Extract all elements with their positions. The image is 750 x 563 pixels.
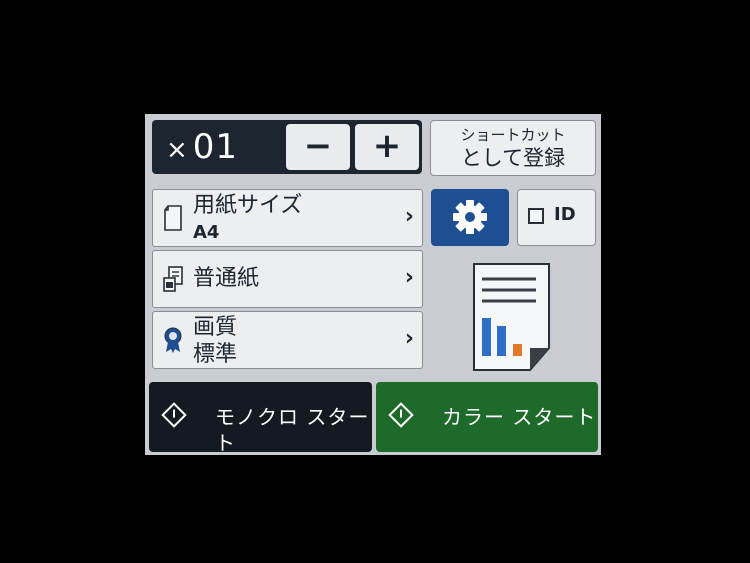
id-copy-toggle[interactable]: ID bbox=[517, 189, 596, 246]
gear-icon bbox=[453, 200, 487, 234]
color-start-button[interactable]: カラー スタート bbox=[376, 382, 598, 452]
copy-screen: × 01 − + ショートカット として登録 用紙サイズ A4 › 普通紙 › bbox=[145, 114, 601, 455]
id-copy-label: ID bbox=[554, 204, 576, 225]
color-start-label: カラー スタート bbox=[442, 405, 597, 429]
start-diamond-icon bbox=[161, 402, 187, 428]
copy-count: × 01 bbox=[166, 128, 238, 166]
save-as-shortcut-button[interactable]: ショートカット として登録 bbox=[430, 120, 596, 176]
settings-button[interactable] bbox=[431, 189, 509, 246]
mono-start-button[interactable]: モノクロ スタート bbox=[149, 382, 372, 455]
shortcut-label-line1: ショートカット bbox=[460, 126, 566, 144]
quality-setting[interactable]: 画質 標準 › bbox=[152, 311, 423, 369]
decrease-copies-button[interactable]: − bbox=[286, 124, 350, 170]
times-sign: × bbox=[166, 135, 189, 165]
quality-ribbon-icon bbox=[164, 327, 182, 353]
paper-size-setting[interactable]: 用紙サイズ A4 › bbox=[152, 189, 423, 247]
chevron-right-icon: › bbox=[404, 204, 414, 229]
increase-copies-button[interactable]: + bbox=[355, 124, 419, 170]
start-diamond-icon bbox=[388, 402, 414, 428]
document-preview-icon bbox=[473, 263, 550, 371]
shortcut-label-line2: として登録 bbox=[460, 146, 566, 170]
paper-size-title: 用紙サイズ bbox=[193, 193, 303, 218]
paper-type-title: 普通紙 bbox=[193, 266, 260, 291]
paper-type-setting[interactable]: 普通紙 › bbox=[152, 250, 423, 308]
paper-type-icon bbox=[163, 266, 183, 292]
copy-count-value: 01 bbox=[192, 127, 239, 167]
quality-value: 標準 bbox=[193, 342, 238, 367]
checkbox-icon bbox=[528, 208, 544, 224]
paper-size-value: A4 bbox=[193, 222, 220, 243]
copy-count-panel: × 01 − + bbox=[152, 120, 422, 174]
chevron-right-icon: › bbox=[404, 265, 414, 290]
chevron-right-icon: › bbox=[404, 326, 414, 351]
quality-title: 画質 bbox=[193, 315, 238, 340]
paper-size-icon bbox=[164, 205, 182, 231]
mono-start-label: モノクロ スタート bbox=[215, 405, 370, 455]
